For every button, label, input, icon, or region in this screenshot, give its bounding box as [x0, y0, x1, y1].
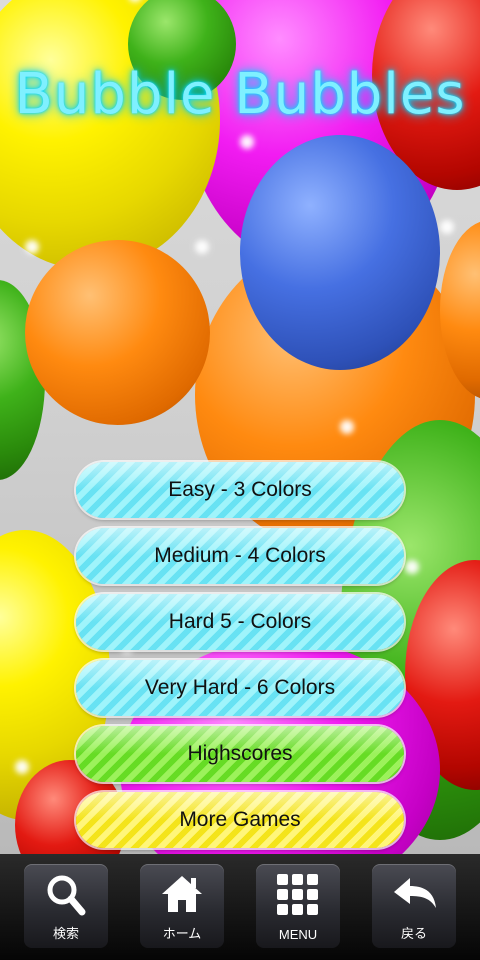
back-label: 戻る — [400, 926, 427, 941]
highscores-button[interactable]: Highscores — [76, 726, 404, 782]
game-title: Bubble Bubbles — [14, 62, 466, 127]
search-button[interactable]: 検索 — [24, 864, 108, 948]
home-icon — [162, 876, 202, 912]
menu-button[interactable]: MENU — [256, 864, 340, 948]
bubble — [25, 240, 210, 425]
very-hard-button[interactable]: Very Hard - 6 Colors — [76, 660, 404, 716]
hard-button[interactable]: Hard 5 - Colors — [76, 594, 404, 650]
home-label: ホーム — [162, 926, 202, 941]
bubble — [240, 135, 440, 370]
search-label: 検索 — [52, 926, 79, 941]
search-icon — [47, 875, 86, 916]
medium-button[interactable]: Medium - 4 Colors — [76, 528, 404, 584]
back-arrow-icon — [394, 878, 436, 908]
system-navigation-bar: 検索 ホーム MENU 戻る — [0, 854, 480, 960]
menu-label: MENU — [278, 927, 318, 942]
back-button[interactable]: 戻る — [372, 864, 456, 948]
game-background: Bubble Bubbles Easy - 3 Colors Medium - … — [0, 0, 480, 854]
more-games-button[interactable]: More Games — [76, 792, 404, 848]
easy-button[interactable]: Easy - 3 Colors — [76, 462, 404, 518]
home-button[interactable]: ホーム — [140, 864, 224, 948]
grid-icon — [277, 874, 318, 915]
